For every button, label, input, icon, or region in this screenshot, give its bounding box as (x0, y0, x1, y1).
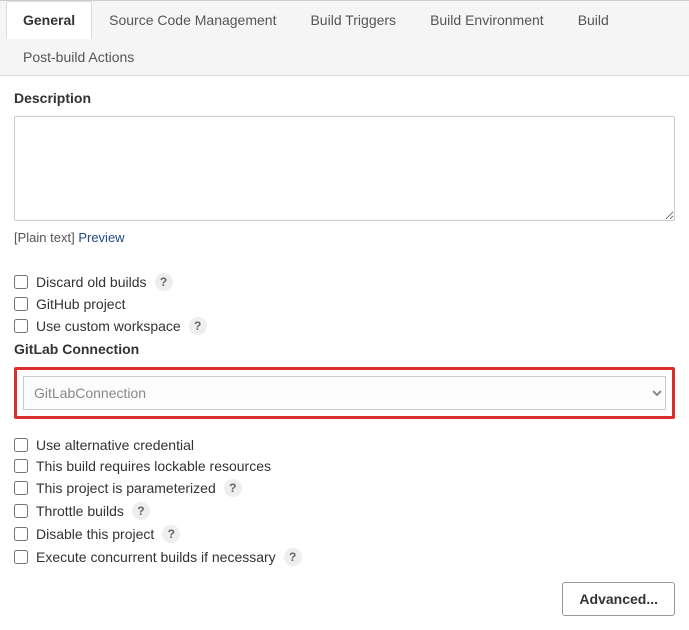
discard-old-builds-label[interactable]: Discard old builds (36, 274, 147, 290)
gitlab-connection-select[interactable]: GitLabConnection (23, 376, 666, 410)
github-project-checkbox[interactable] (14, 297, 28, 311)
tab-build-environment[interactable]: Build Environment (413, 1, 561, 39)
tabs-bar: General Source Code Management Build Tri… (0, 1, 689, 76)
help-icon[interactable]: ? (189, 317, 207, 335)
gitlab-connection-label: GitLab Connection (14, 341, 675, 357)
throttle-builds-checkbox[interactable] (14, 504, 28, 518)
preview-link[interactable]: Preview (78, 230, 124, 245)
tab-post-build-actions[interactable]: Post-build Actions (6, 38, 151, 76)
lockable-resources-checkbox[interactable] (14, 459, 28, 473)
disable-project-label[interactable]: Disable this project (36, 526, 154, 542)
plain-text-label: [Plain text] (14, 230, 75, 245)
advanced-button[interactable]: Advanced... (562, 582, 675, 616)
tab-general[interactable]: General (6, 1, 92, 39)
use-custom-workspace-label[interactable]: Use custom workspace (36, 318, 181, 334)
lockable-resources-label[interactable]: This build requires lockable resources (36, 458, 271, 474)
help-icon[interactable]: ? (162, 525, 180, 543)
parameterized-checkbox[interactable] (14, 481, 28, 495)
concurrent-builds-checkbox[interactable] (14, 550, 28, 564)
description-textarea[interactable] (14, 116, 675, 221)
tab-build[interactable]: Build (561, 1, 626, 39)
disable-project-checkbox[interactable] (14, 527, 28, 541)
use-custom-workspace-checkbox[interactable] (14, 319, 28, 333)
use-alternative-credential-checkbox[interactable] (14, 438, 28, 452)
throttle-builds-label[interactable]: Throttle builds (36, 503, 124, 519)
discard-old-builds-checkbox[interactable] (14, 275, 28, 289)
help-icon[interactable]: ? (284, 548, 302, 566)
help-icon[interactable]: ? (155, 273, 173, 291)
tab-scm[interactable]: Source Code Management (92, 1, 293, 39)
github-project-label[interactable]: GitHub project (36, 296, 125, 312)
gitlab-connection-highlight: GitLabConnection (14, 367, 675, 419)
use-alternative-credential-label[interactable]: Use alternative credential (36, 437, 194, 453)
content-area: Description [Plain text] Preview Discard… (0, 76, 689, 630)
tab-build-triggers[interactable]: Build Triggers (293, 1, 413, 39)
concurrent-builds-label[interactable]: Execute concurrent builds if necessary (36, 549, 276, 565)
parameterized-label[interactable]: This project is parameterized (36, 480, 216, 496)
description-label: Description (14, 90, 675, 106)
description-hint: [Plain text] Preview (14, 230, 675, 245)
help-icon[interactable]: ? (224, 479, 242, 497)
help-icon[interactable]: ? (132, 502, 150, 520)
